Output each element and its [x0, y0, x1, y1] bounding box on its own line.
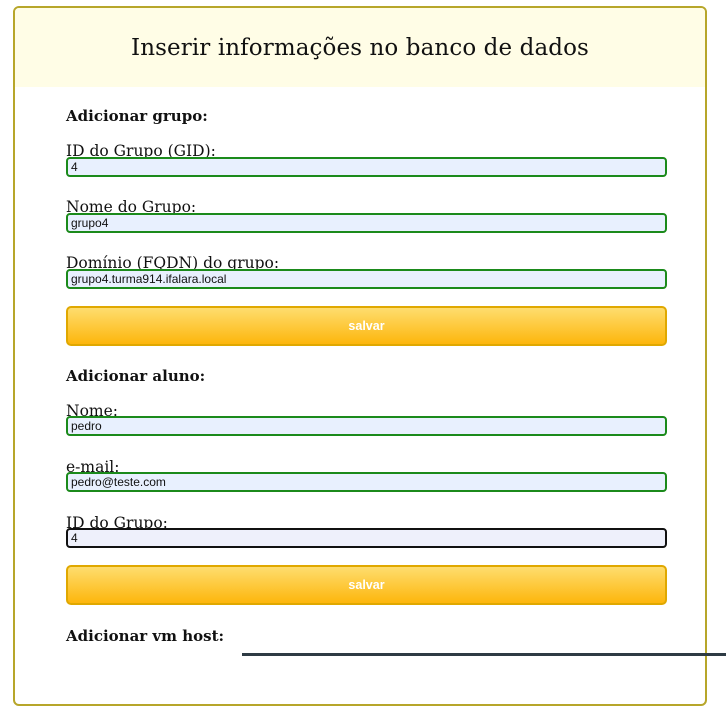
page-title: Inserir informações no banco de dados [131, 34, 589, 61]
panel-header: Inserir informações no banco de dados [15, 8, 705, 87]
add-group-title: Adicionar grupo: [66, 107, 208, 125]
save-group-button[interactable]: salvar [66, 306, 667, 346]
student-name-input[interactable] [66, 416, 667, 436]
add-student-title: Adicionar aluno: [66, 367, 206, 385]
student-group-id-input[interactable] [66, 528, 667, 548]
add-vm-host-title: Adicionar vm host: [66, 627, 225, 645]
form-panel: Inserir informações no banco de dados Ad… [13, 6, 707, 706]
gid-input[interactable] [66, 157, 667, 177]
save-student-button[interactable]: salvar [66, 565, 667, 605]
fqdn-input[interactable] [66, 269, 667, 289]
email-input[interactable] [66, 472, 667, 492]
group-name-input[interactable] [66, 213, 667, 233]
